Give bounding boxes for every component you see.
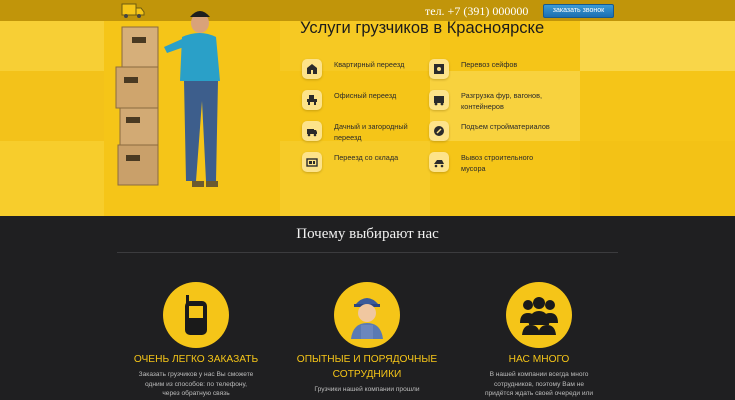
hero-section: тел. +7 (391) 000000 заказать звонок Усл… — [0, 0, 735, 216]
feature-text: Грузчики нашей компании прошли — [314, 386, 420, 393]
service-label: Вывоз строительного мусора — [461, 153, 534, 173]
country-move-icon — [302, 121, 322, 141]
service-label: Разгрузка фур, вагонов, контейнеров — [461, 91, 543, 111]
service-item[interactable]: Переезд со склада — [302, 152, 422, 172]
service-label: Переезд со склада — [334, 153, 399, 162]
worker-icon — [334, 282, 400, 348]
service-label: Перевоз сейфов — [461, 60, 518, 69]
safe-icon — [429, 59, 449, 79]
phone-number[interactable]: тел. +7 (391) 000000 — [425, 4, 528, 19]
truck-unload-icon — [429, 90, 449, 110]
service-label: Офисный переезд — [334, 91, 397, 100]
page-title: Услуги грузчиков в Красноярске — [300, 19, 545, 37]
service-item[interactable]: Дачный и загородный переезд — [302, 121, 422, 143]
section-divider — [117, 252, 618, 253]
call-request-button[interactable]: заказать звонок — [543, 4, 614, 18]
bg-tile — [0, 21, 104, 71]
service-item[interactable]: Офисный переезд — [302, 90, 422, 110]
feature-text: Заказать грузчиков у нас Вы сможете одни… — [138, 371, 254, 398]
bg-tile — [0, 71, 104, 141]
service-item[interactable]: Квартирный переезд — [302, 59, 422, 79]
feature-title: ОЧЕНЬ ЛЕГКО ЗАКАЗАТЬ — [133, 354, 259, 365]
feature-title: ОПЫТНЫЕ И ПОРЯДОЧНЫЕ СОТРУДНИКИ — [296, 354, 438, 380]
service-label: Подъем стройматериалов — [461, 122, 550, 131]
service-item[interactable]: Подъем стройматериалов — [429, 121, 559, 141]
debris-removal-icon — [429, 152, 449, 172]
office-move-icon — [302, 90, 322, 110]
bg-tile — [580, 21, 735, 71]
service-item[interactable]: Вывоз строительного мусора — [429, 152, 559, 174]
mover-illustration — [115, 11, 220, 187]
section-title: Почему выбирают нас — [296, 226, 439, 242]
service-label: Квартирный переезд — [334, 60, 405, 69]
service-item[interactable]: Разгрузка фур, вагонов, контейнеров — [429, 90, 559, 112]
bg-tile — [580, 141, 735, 216]
service-item[interactable]: Перевоз сейфов — [429, 59, 559, 79]
bg-tile — [0, 141, 104, 216]
feature-card: НАС МНОГО В нашей компании всегда много … — [464, 282, 614, 399]
building-materials-icon — [429, 121, 449, 141]
team-icon — [506, 282, 572, 348]
warehouse-move-icon — [302, 152, 322, 172]
feature-card: ОПЫТНЫЕ И ПОРЯДОЧНЫЕ СОТРУДНИКИ Грузчики… — [292, 282, 442, 395]
service-label: Дачный и загородный переезд — [334, 122, 408, 142]
mobile-phone-icon — [163, 282, 229, 348]
feature-card: ОЧЕНЬ ЛЕГКО ЗАКАЗАТЬ Заказать грузчиков … — [121, 282, 271, 399]
feature-text: В нашей компании всегда много сотруднико… — [484, 371, 594, 398]
feature-title: НАС МНОГО — [508, 354, 570, 365]
apartment-move-icon — [302, 59, 322, 79]
